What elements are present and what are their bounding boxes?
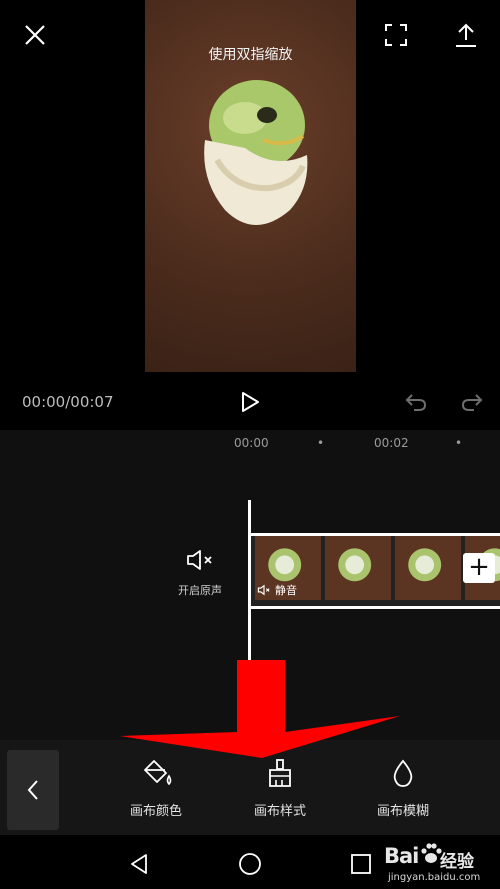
- playhead[interactable]: [248, 500, 251, 740]
- play-button[interactable]: [230, 382, 270, 422]
- baidu-jingyan-watermark: Bai 经验 jingyan.baidu.com: [384, 836, 500, 889]
- ruler-mark-0: 00:00: [234, 436, 269, 450]
- ruler-dot: •: [455, 436, 463, 450]
- ruler-mark-1: 00:02: [374, 436, 409, 450]
- close-icon: [25, 25, 45, 45]
- nav-recents-button[interactable]: [350, 853, 372, 875]
- clip-thumbnail: [325, 536, 391, 600]
- play-icon: [242, 392, 259, 412]
- video-preview[interactable]: 使用双指缩放: [145, 0, 356, 372]
- close-button[interactable]: [15, 15, 55, 55]
- watermark-text: 经验: [440, 852, 474, 872]
- ruler-dot: •: [317, 436, 325, 450]
- watermark-logo: Bai: [384, 844, 419, 868]
- brush-icon: [269, 759, 291, 787]
- back-button[interactable]: [7, 750, 59, 830]
- droplet-icon: [393, 759, 413, 787]
- timeline-ruler[interactable]: 00:00 • 00:02 •: [0, 430, 500, 458]
- apple-image: [204, 80, 308, 225]
- original-sound-toggle[interactable]: 开启原声: [168, 548, 232, 598]
- paint-bucket-icon: [144, 760, 172, 786]
- redo-icon: [461, 394, 483, 411]
- canvas-blur-button[interactable]: 画布模糊: [348, 758, 458, 819]
- clip-mute-label: 静音: [275, 584, 297, 597]
- fullscreen-icon: [385, 24, 407, 46]
- clip-thumbnail: [395, 536, 461, 600]
- canvas-style-label: 画布样式: [253, 804, 306, 819]
- undo-icon: [405, 394, 427, 411]
- zoom-hint: 使用双指缩放: [208, 47, 293, 63]
- canvas-style-button[interactable]: 画布样式: [225, 758, 335, 819]
- canvas-color-button[interactable]: 画布颜色: [101, 758, 211, 819]
- fullscreen-button[interactable]: [376, 15, 416, 55]
- preview-area: 使用双指缩放 00:00/00:07: [0, 0, 500, 430]
- original-sound-label: 开启原声: [178, 584, 222, 597]
- speaker-muted-icon: [257, 584, 270, 596]
- undo-button[interactable]: [396, 382, 436, 422]
- nav-back-button[interactable]: [128, 852, 150, 876]
- paw-icon: [421, 843, 442, 863]
- time-readout: 00:00/00:07: [22, 393, 114, 411]
- redo-button[interactable]: [452, 382, 492, 422]
- canvas-toolbar: 画布颜色 画布样式 画布模糊: [0, 740, 500, 835]
- watermark-url: jingyan.baidu.com: [388, 872, 481, 883]
- nav-home-button[interactable]: [238, 852, 262, 876]
- speaker-muted-icon: [187, 550, 212, 570]
- add-clip-button[interactable]: +: [463, 553, 495, 583]
- upload-icon: [456, 23, 476, 47]
- canvas-color-label: 画布颜色: [129, 804, 182, 819]
- canvas-blur-label: 画布模糊: [376, 804, 429, 819]
- export-button[interactable]: [446, 15, 486, 55]
- clip-mute-indicator: 静音: [257, 582, 297, 598]
- chevron-left-icon: [27, 780, 38, 800]
